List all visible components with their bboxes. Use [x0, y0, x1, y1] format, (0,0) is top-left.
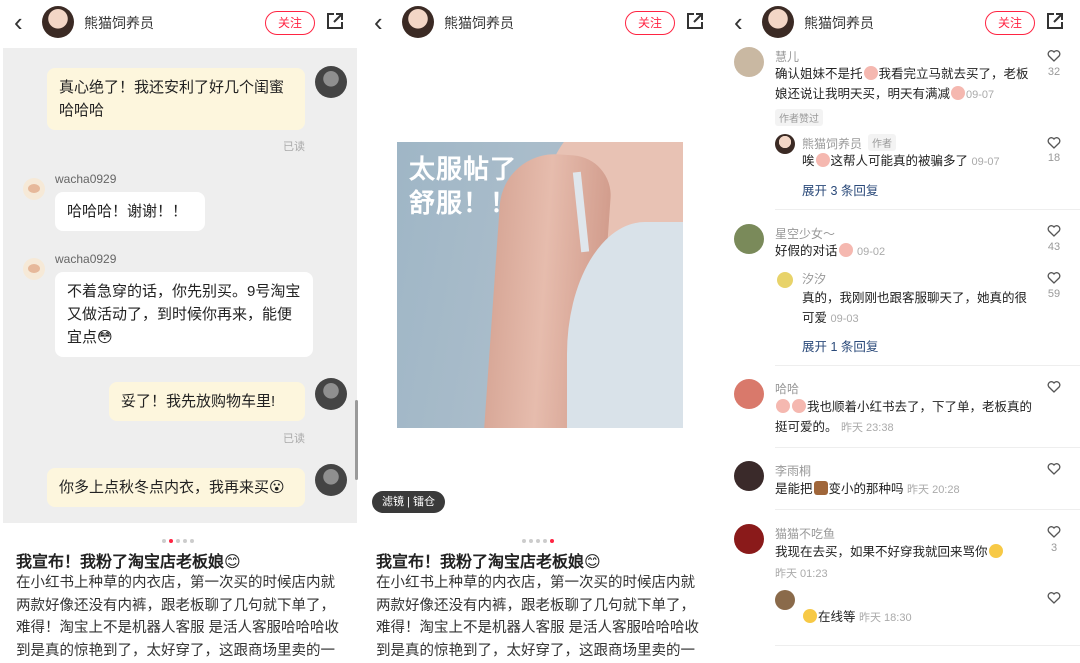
- chat-bubble: 真心绝了！我还安利了好几个闺蜜哈哈哈: [47, 68, 305, 130]
- heart-icon[interactable]: [1047, 49, 1061, 63]
- commenter-avatar[interactable]: [734, 379, 764, 409]
- author-name[interactable]: 熊猫饲养员: [444, 13, 514, 33]
- customer-avatar: [23, 178, 45, 200]
- top-bar: ‹ 熊猫饲养员 关注: [360, 0, 720, 46]
- comment-text: 我也顺着小红书去了，下了单，老板真的挺可爱的。 昨天 23:38: [775, 399, 1033, 434]
- reply-avatar[interactable]: [777, 272, 793, 288]
- like-count: 18: [1047, 152, 1061, 164]
- post-title: 我宣布！我粉了淘宝店老板娘😊: [16, 554, 241, 571]
- back-arrow-icon[interactable]: ‹: [14, 8, 23, 36]
- customer-name: wacha0929: [55, 252, 117, 266]
- heart-icon[interactable]: [1047, 525, 1061, 539]
- heart-icon[interactable]: [1047, 136, 1061, 150]
- panel-chat-screenshot: ‹ 熊猫饲养员 关注 真心绝了！我还安利了好几个闺蜜哈哈哈 已读 wacha09…: [0, 0, 360, 663]
- commenter-name[interactable]: 猫猫不吃鱼: [775, 525, 835, 542]
- photo-caption: 太服帖了: [409, 154, 518, 184]
- share-icon[interactable]: [1046, 12, 1064, 30]
- commenter-name[interactable]: 李雨桐: [775, 462, 811, 479]
- author-name[interactable]: 熊猫饲养员: [804, 13, 874, 33]
- commenter-avatar[interactable]: [734, 524, 764, 554]
- comment-date: 昨天 01:23: [775, 568, 828, 580]
- post-body: 在小红书上种草的内衣店，第一次买的时候店内就两款好像还没有内裤，跟老板聊了几句就…: [16, 575, 340, 659]
- reply-text: 唉这帮人可能真的被骗多了 09-07: [802, 153, 1000, 168]
- post-body: 在小红书上种草的内衣店，第一次买的时候店内就两款好像还没有内裤，跟老板聊了几句就…: [376, 575, 700, 659]
- divider: [775, 509, 1080, 510]
- reply-text: 真的，我刚刚也跟客服聊天了，她真的很可爱 09-03: [802, 291, 1028, 325]
- back-arrow-icon[interactable]: ‹: [374, 8, 383, 36]
- heart-icon[interactable]: [1047, 380, 1061, 394]
- follow-button[interactable]: 关注: [625, 11, 675, 35]
- top-bar: ‹ 熊猫饲养员 关注: [720, 0, 1080, 46]
- comment-text: 确认姐妹不是托 我看完立马就去买了，老板娘还说让我明天买，明天有满减 09-07: [775, 66, 1029, 101]
- commenter-name[interactable]: 慧儿: [775, 48, 799, 65]
- filter-button[interactable]: 滤镜 | 镭仓: [372, 491, 445, 513]
- chat-bubble: 不着急穿的话，你先别买。9号淘宝又做活动了，到时候你再来，能便宜点😳: [55, 272, 313, 357]
- chat-bubble: 哈哈哈！谢谢！！: [55, 192, 205, 231]
- reply-name[interactable]: 熊猫饲养员: [802, 135, 862, 152]
- reply-text: 在线等 昨天 18:30: [802, 607, 1032, 628]
- author-avatar[interactable]: [762, 6, 794, 38]
- commenter-name[interactable]: 哈哈: [775, 380, 799, 397]
- chat-bubble: 你多上点秋冬点内衣，我再来买😮: [47, 468, 305, 507]
- follow-button[interactable]: 关注: [265, 11, 315, 35]
- divider: [775, 447, 1080, 448]
- share-icon[interactable]: [686, 12, 704, 30]
- like-count: 43: [1047, 241, 1061, 253]
- panel-photo: ‹ 熊猫饲养员 关注 太服帖了 舒服！！ 滤镜 | 镭仓 我宣布！我粉了淘宝店老…: [360, 0, 720, 663]
- divider: [775, 365, 1080, 366]
- author-avatar[interactable]: [402, 6, 434, 38]
- divider: [775, 209, 1080, 210]
- commenter-avatar[interactable]: [734, 47, 764, 77]
- commenter-avatar[interactable]: [734, 224, 764, 254]
- like-count: 59: [1047, 288, 1061, 300]
- like-count: 32: [1047, 66, 1061, 78]
- comment-text: 好假的对话 09-02: [775, 243, 886, 258]
- author-name[interactable]: 熊猫饲养员: [84, 13, 154, 33]
- expand-replies-link[interactable]: 展开 1 条回复: [802, 336, 878, 355]
- reply-avatar[interactable]: [775, 590, 795, 610]
- product-photo: 太服帖了 舒服！！: [397, 142, 683, 428]
- heart-icon[interactable]: [1047, 224, 1061, 238]
- follow-button[interactable]: 关注: [985, 11, 1035, 35]
- customer-avatar: [23, 258, 45, 280]
- author-avatar[interactable]: [42, 6, 74, 38]
- post-title: 我宣布！我粉了淘宝店老板娘😊: [376, 554, 601, 571]
- chat-bubble: 妥了！我先放购物车里!: [109, 382, 305, 421]
- heart-icon[interactable]: [1047, 591, 1061, 605]
- carousel-indicator: [520, 532, 580, 543]
- scrollbar[interactable]: [355, 400, 358, 480]
- heart-icon[interactable]: [1047, 271, 1061, 285]
- customer-name: wacha0929: [55, 172, 117, 186]
- reply-name[interactable]: 汐汐: [802, 270, 826, 287]
- commenter-avatar[interactable]: [734, 461, 764, 491]
- photo-caption: 舒服！！: [409, 188, 518, 218]
- chat-image: 真心绝了！我还安利了好几个闺蜜哈哈哈 已读 wacha0929 哈哈哈！谢谢！！…: [3, 48, 357, 523]
- heart-icon[interactable]: [1047, 462, 1061, 476]
- panel-comments: ‹ 熊猫饲养员 关注 慧儿 确认姐妹不是托 我看完立马就去买了，老板娘还说让我明天…: [720, 0, 1080, 663]
- shop-avatar: [315, 66, 347, 98]
- comment-text: 我现在去买，如果不好穿我就回来骂你: [775, 542, 1035, 562]
- shop-avatar: [315, 378, 347, 410]
- carousel-indicator: [160, 532, 220, 543]
- top-bar: ‹ 熊猫饲养员 关注: [0, 0, 360, 46]
- like-count: 3: [1050, 542, 1058, 554]
- comment-text: 是能把 变小的那种吗 昨天 20:28: [775, 481, 960, 496]
- reply-avatar[interactable]: [775, 134, 795, 154]
- shop-avatar: [315, 464, 347, 496]
- share-icon[interactable]: [326, 12, 344, 30]
- read-status: 已读: [283, 433, 305, 445]
- expand-replies-link[interactable]: 展开 3 条回复: [802, 180, 878, 199]
- author-badge: 作者: [868, 134, 896, 151]
- read-status: 已读: [283, 141, 305, 153]
- commenter-name[interactable]: 星空少女～: [775, 225, 835, 242]
- back-arrow-icon[interactable]: ‹: [734, 8, 743, 36]
- author-liked-tag: 作者赞过: [775, 109, 823, 126]
- divider: [775, 645, 1080, 646]
